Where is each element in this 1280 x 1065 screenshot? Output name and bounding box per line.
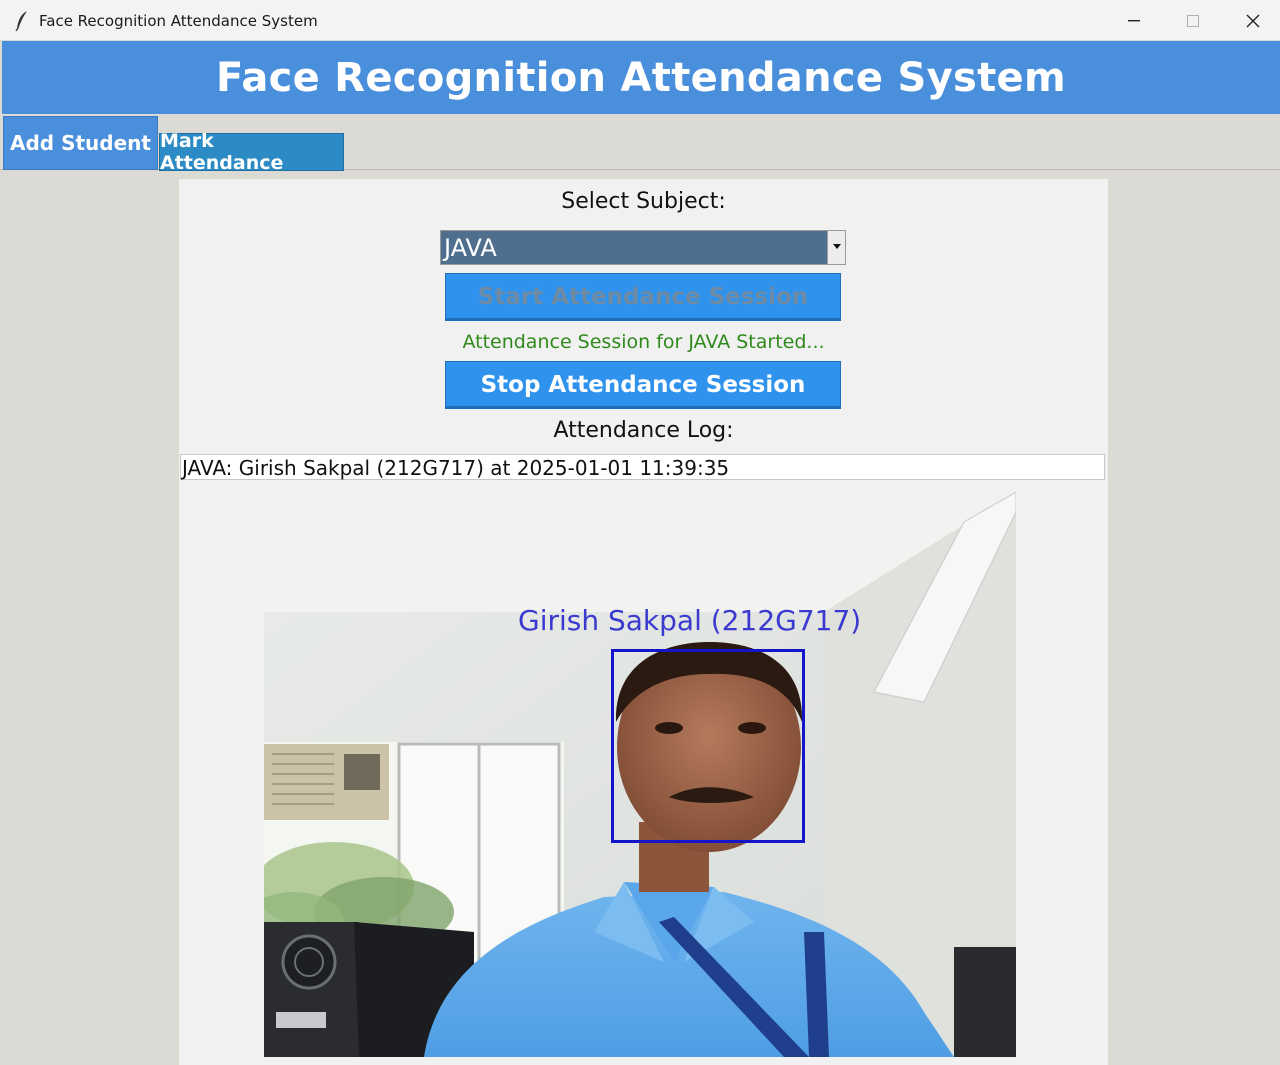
face-detection-box bbox=[611, 649, 805, 843]
log-entry[interactable]: JAVA: Girish Sakpal (212G717) at 2025-01… bbox=[182, 456, 729, 480]
face-recognition-label: Girish Sakpal (212G717) bbox=[518, 604, 862, 637]
window-title: Face Recognition Attendance System bbox=[39, 12, 318, 30]
attendance-log-label: Attendance Log: bbox=[553, 418, 734, 443]
stop-session-button[interactable]: Stop Attendance Session bbox=[445, 361, 841, 409]
start-session-button[interactable]: Start Attendance Session bbox=[445, 273, 841, 321]
session-status-text: Attendance Session for JAVA Started... bbox=[462, 331, 825, 353]
app-header: Face Recognition Attendance System bbox=[2, 41, 1280, 114]
tab-mark-attendance[interactable]: Mark Attendance bbox=[159, 130, 344, 174]
dropdown-arrow-button[interactable] bbox=[827, 231, 845, 264]
tab-add-student[interactable]: Add Student bbox=[3, 116, 158, 170]
subject-dropdown-value: JAVA bbox=[444, 234, 497, 262]
maximize-icon bbox=[1187, 14, 1199, 27]
feather-icon bbox=[15, 11, 27, 32]
subject-dropdown[interactable]: JAVA bbox=[440, 230, 846, 265]
close-button[interactable] bbox=[1224, 0, 1280, 41]
app-title: Face Recognition Attendance System bbox=[216, 54, 1066, 101]
caret-down-icon bbox=[833, 244, 841, 249]
window-titlebar: Face Recognition Attendance System bbox=[0, 0, 1280, 41]
select-subject-label: Select Subject: bbox=[561, 189, 726, 214]
close-icon bbox=[1246, 14, 1260, 27]
minimize-icon bbox=[1128, 19, 1140, 21]
maximize-button[interactable] bbox=[1164, 0, 1222, 41]
minimize-button[interactable] bbox=[1105, 0, 1163, 41]
attendance-log-list[interactable]: JAVA: Girish Sakpal (212G717) at 2025-01… bbox=[180, 454, 1105, 480]
